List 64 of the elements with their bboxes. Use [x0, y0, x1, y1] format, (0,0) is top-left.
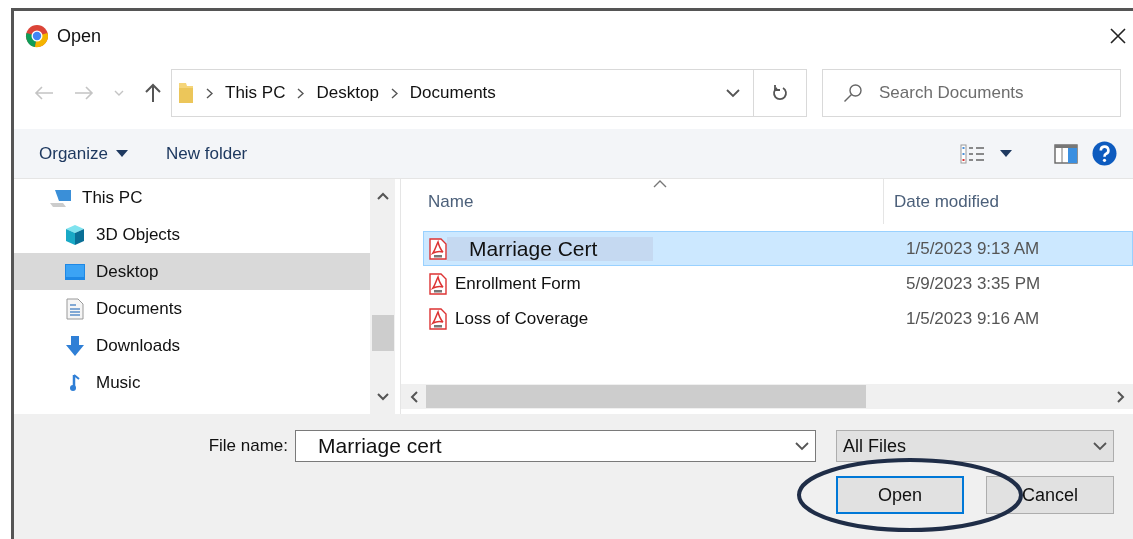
file-row[interactable]: Enrollment Form 5/9/2023 3:35 PM: [423, 266, 1133, 301]
computer-icon: [49, 187, 73, 208]
file-row[interactable]: Marriage Cert 1/5/2023 9:13 AM: [423, 231, 1133, 266]
up-arrow-icon[interactable]: [144, 83, 162, 103]
scroll-left-icon[interactable]: [409, 390, 418, 403]
desktop-icon: [64, 262, 86, 281]
file-name-label: File name:: [207, 436, 288, 456]
file-name: Enrollment Form: [455, 273, 581, 294]
sidebar-item[interactable]: Music: [14, 364, 370, 401]
vertical-scrollbar[interactable]: [370, 179, 395, 414]
file-name: Marriage Cert: [447, 236, 654, 261]
download-arrow-icon: [65, 334, 85, 357]
date-modified: 1/5/2023 9:16 AM: [906, 308, 1040, 329]
toolbar-button[interactable]: New folder: [164, 139, 250, 168]
sidebar-item[interactable]: This PC: [14, 179, 370, 216]
chevron-down-icon[interactable]: [1093, 441, 1107, 451]
scroll-down-icon[interactable]: [376, 393, 389, 401]
date-modified: 5/9/2023 3:35 PM: [906, 273, 1041, 294]
breadcrumb[interactable]: Desktop: [316, 83, 379, 103]
file-row[interactable]: Loss of Coverage 1/5/2023 9:16 AM: [423, 301, 1133, 336]
close-icon[interactable]: [1109, 27, 1127, 45]
pdf-file-icon: [429, 237, 447, 260]
sort-ascending-icon: [653, 180, 667, 188]
browser-logo-icon: [25, 24, 49, 48]
scrollbar-thumb[interactable]: [372, 315, 394, 351]
caret-icon: [116, 150, 128, 157]
scroll-right-icon[interactable]: [1116, 390, 1125, 403]
dialog-button[interactable]: Open: [836, 476, 964, 514]
date-modified: 1/5/2023 9:13 AM: [906, 238, 1040, 259]
breadcrumb-separator-icon: [390, 87, 398, 99]
cube-icon: [64, 223, 86, 246]
pdf-file-icon: [429, 307, 447, 330]
window-title: Open: [57, 25, 103, 47]
view-menu-caret-icon: [1000, 150, 1012, 157]
scrollbar-thumb[interactable]: [426, 385, 866, 408]
breadcrumb-separator-icon: [206, 87, 213, 99]
file-name: Loss of Coverage: [455, 308, 589, 329]
search-placeholder: Search Documents: [879, 83, 1024, 103]
column-header[interactable]: Name: [401, 179, 884, 224]
breadcrumb-separator-icon: [297, 87, 305, 99]
horizontal-scrollbar[interactable]: [401, 384, 1133, 409]
sidebar-item[interactable]: Documents: [14, 290, 370, 327]
sidebar-item[interactable]: Desktop: [14, 253, 370, 290]
preview-pane-icon[interactable]: [1054, 143, 1078, 164]
search-field[interactable]: Search Documents: [822, 69, 1121, 117]
view-options-icon[interactable]: [960, 143, 986, 164]
document-icon: [66, 297, 84, 320]
refresh-icon[interactable]: [772, 84, 788, 102]
address-bar[interactable]: This PC Desktop Documents: [171, 69, 807, 117]
music-note-icon: [69, 373, 81, 392]
sidebar-item[interactable]: 3D Objects: [14, 216, 370, 253]
help-icon[interactable]: [1092, 141, 1117, 166]
sidebar-item[interactable]: Downloads: [14, 327, 370, 364]
toolbar-button[interactable]: Organize: [37, 139, 130, 168]
chevron-down-icon[interactable]: [726, 88, 740, 98]
file-type-dropdown[interactable]: All Files: [836, 430, 1114, 462]
scroll-up-icon[interactable]: [376, 192, 389, 200]
column-header[interactable]: Date modified: [884, 179, 999, 224]
pdf-file-icon: [429, 272, 447, 295]
folder-icon: [178, 82, 194, 104]
dialog-button[interactable]: Cancel: [986, 476, 1114, 514]
search-icon: [843, 83, 863, 103]
breadcrumb[interactable]: Documents: [409, 83, 496, 103]
breadcrumb[interactable]: This PC: [225, 83, 286, 103]
